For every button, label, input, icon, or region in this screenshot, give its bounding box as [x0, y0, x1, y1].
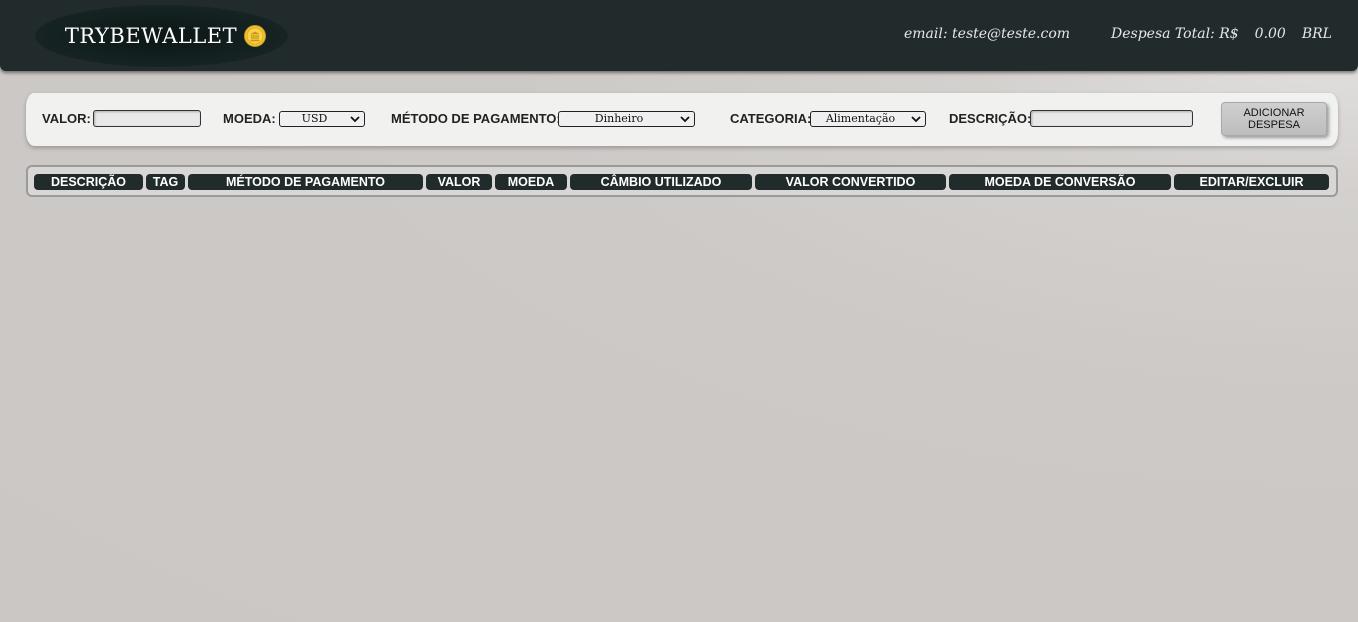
table-header-exchange-rate: CÂMBIO UTILIZADO [570, 174, 752, 190]
expenses-table: DESCRIÇÃO TAG MÉTODO DE PAGAMENTO VALOR … [26, 165, 1338, 197]
total-expense-value: 0.00 [1254, 26, 1286, 42]
category-label: CATEGORIA: [730, 111, 812, 126]
currency-select[interactable]: USD [279, 111, 365, 127]
currency-select-value: USD [301, 112, 328, 125]
table-header-description: DESCRIÇÃO [34, 174, 143, 190]
description-label: DESCRIÇÃO: [949, 111, 1032, 126]
table-header-conversion-currency: MOEDA DE CONVERSÃO [949, 174, 1171, 190]
add-expense-button[interactable]: ADICIONAR DESPESA [1221, 102, 1327, 136]
coin-icon [244, 25, 267, 47]
chevron-down-icon [350, 116, 360, 123]
total-expense-currency: BRL [1301, 26, 1332, 42]
currency-label: MOEDA: [223, 111, 276, 126]
table-header-tag: TAG [146, 174, 185, 190]
category-select-value: Alimentação [825, 112, 896, 125]
expense-form: VALOR: MOEDA: USD MÉTODO DE PAGAMENTO: D… [26, 93, 1338, 146]
value-input[interactable] [93, 110, 201, 127]
description-input[interactable] [1030, 110, 1193, 127]
value-label: VALOR: [42, 111, 91, 126]
table-header-edit-delete: EDITAR/EXCLUIR [1174, 174, 1329, 190]
table-header-payment-method: MÉTODO DE PAGAMENTO [188, 174, 423, 190]
table-header-converted-value: VALOR CONVERTIDO [755, 174, 946, 190]
logo-text: TRYBEWALLET [64, 24, 238, 48]
user-email: email: teste@teste.com [904, 26, 1071, 42]
total-expense-label: Despesa Total: R$ [1111, 26, 1239, 42]
payment-method-select-value: Dinheiro [594, 112, 644, 125]
total-expense: Despesa Total: R$ 0.00 BRL [1111, 26, 1332, 42]
table-header-value: VALOR [426, 174, 492, 190]
app-header: TRYBEWALLET email: teste@teste.com Despe… [0, 0, 1358, 71]
table-header-currency: MOEDA [495, 174, 567, 190]
payment-method-label: MÉTODO DE PAGAMENTO: [391, 111, 561, 126]
category-select[interactable]: Alimentação [810, 111, 926, 127]
payment-method-select[interactable]: Dinheiro [558, 111, 695, 127]
chevron-down-icon [911, 116, 921, 123]
chevron-down-icon [680, 116, 690, 123]
logo: TRYBEWALLET [35, 5, 288, 67]
